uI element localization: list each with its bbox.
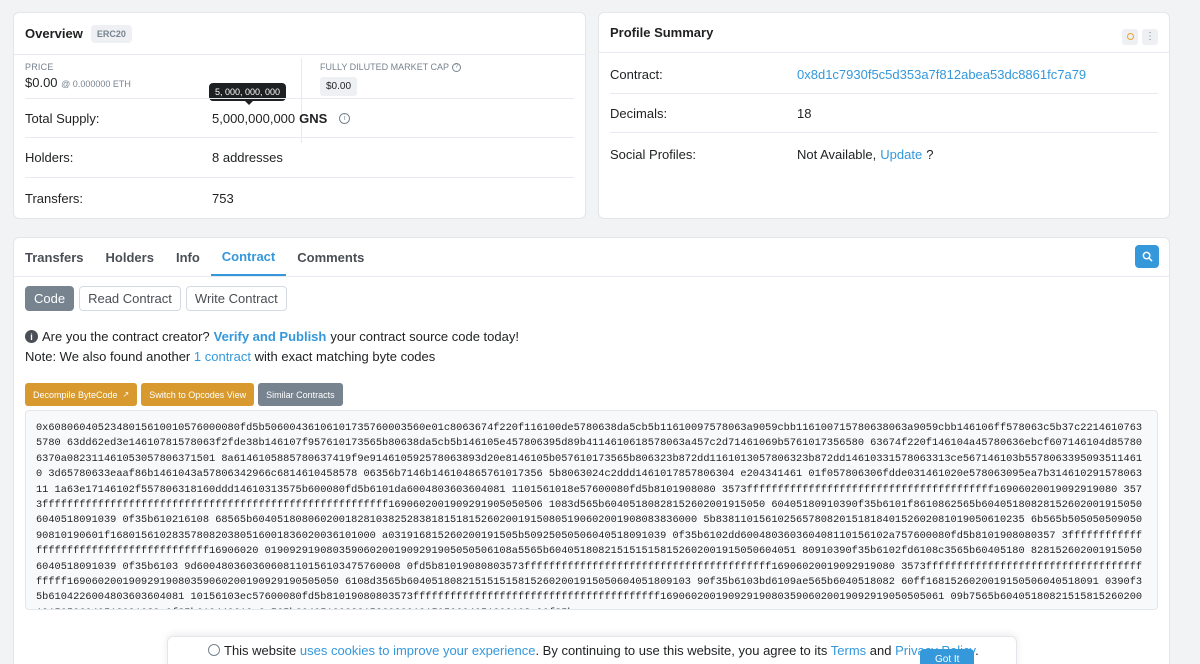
decompile-button[interactable]: Decompile ByteCode ↗: [25, 383, 138, 406]
social-suffix: ?: [926, 146, 934, 162]
cookie-text-pre: This website: [224, 642, 297, 658]
update-link[interactable]: Update: [880, 147, 922, 162]
cookie-text-mid: . By continuing to use this website, you…: [535, 642, 828, 658]
question-circle-icon[interactable]: ?: [452, 62, 462, 72]
similar-contracts-button[interactable]: Similar Contracts: [258, 383, 343, 406]
cookie-text-end: .: [975, 642, 979, 658]
decimals-row: Decimals: 18: [610, 94, 1158, 133]
social-row: Social Profiles: Not Available, Update ?: [610, 133, 1158, 175]
market-cap-label: FULLY DILUTED MARKET CAP: [320, 62, 450, 72]
decimals-value: 18: [797, 105, 812, 121]
profile-title: Profile Summary: [610, 25, 714, 40]
opcodes-button[interactable]: Switch to Opcodes View: [141, 383, 255, 406]
bytecode-text: 0x6080604052348015610010576000080fd5b506…: [36, 422, 1143, 609]
subtab-read-contract[interactable]: Read Contract: [79, 286, 181, 311]
price-eth: @ 0.000000 ETH: [61, 79, 131, 89]
tab-contract[interactable]: Contract: [210, 238, 287, 276]
total-supply-label: Total Supply:: [25, 110, 100, 126]
cookies-link[interactable]: uses cookies to improve your experience: [300, 643, 536, 658]
cookie-icon: [208, 644, 220, 656]
holders-value: 8 addresses: [212, 150, 283, 165]
search-icon: [1142, 251, 1153, 262]
subtab-write-contract[interactable]: Write Contract: [185, 286, 287, 311]
overview-header: Overview ERC20: [14, 13, 585, 55]
profile-header: Profile Summary ⋮: [599, 13, 1169, 53]
token-standard-badge: ERC20: [90, 24, 132, 43]
tooltip-text: 5, 000, 000, 000: [215, 87, 281, 97]
note-text-post: with exact matching byte codes: [254, 349, 436, 364]
action-buttons: Decompile ByteCode ↗ Switch to Opcodes V…: [25, 383, 343, 406]
notice-text-pre: Are you the contract creator?: [42, 329, 210, 344]
contract-card: Transfers Holders Info Contract Comments…: [13, 237, 1170, 664]
holders-row: Holders: 8 addresses: [25, 138, 574, 178]
transfers-value: 753: [212, 190, 234, 206]
total-supply-value: 5,000,000,000: [212, 110, 296, 126]
got-it-button[interactable]: Got It: [920, 649, 975, 664]
tab-transfers[interactable]: Transfers: [14, 238, 95, 276]
decimals-label: Decimals:: [610, 105, 668, 121]
more-vertical-icon[interactable]: ⋮: [1142, 28, 1158, 45]
search-button[interactable]: [1135, 245, 1159, 268]
cookie-banner: This website uses cookies to improve you…: [167, 636, 1017, 664]
total-supply-symbol: GNS: [299, 110, 328, 126]
external-link-icon: ↗: [122, 390, 130, 399]
notice-text-post: your contract source code today!: [330, 329, 519, 344]
tab-comments[interactable]: Comments: [286, 238, 375, 276]
market-cap-value: $0.00: [320, 77, 358, 96]
price-value: $0.00: [25, 75, 58, 90]
terms-link[interactable]: Terms: [831, 643, 866, 658]
profile-summary-card: Profile Summary ⋮ Contract: 0x8d1c7930f5…: [598, 12, 1170, 219]
holders-label: Holders:: [25, 150, 74, 165]
contract-label: Contract:: [610, 66, 663, 82]
bytecode-box[interactable]: 0x6080604052348015610010576000080fd5b506…: [25, 410, 1158, 610]
decompile-label: Decompile ByteCode: [33, 389, 118, 400]
subtab-bar: Code Read Contract Write Contract: [25, 286, 287, 311]
cookie-text-and: and: [869, 642, 892, 658]
social-label: Social Profiles:: [610, 146, 696, 162]
transfers-row: Transfers: 753: [25, 178, 574, 218]
tab-bar: Transfers Holders Info Contract Comments: [14, 238, 1169, 277]
social-value: Not Available,: [797, 146, 877, 162]
contract-address-link[interactable]: 0x8d1c7930f5c5d353a7f812abea53dc8861fc7a…: [797, 67, 1086, 82]
info-circle-icon[interactable]: i: [339, 112, 351, 124]
subtab-code[interactable]: Code: [25, 286, 75, 311]
notice-line2: Note: We also found another 1 contract w…: [25, 349, 435, 364]
total-supply-row: Total Supply: 5,000,000,000 GNS i: [25, 99, 574, 138]
overview-title: Overview: [25, 26, 83, 41]
contract-row: Contract: 0x8d1c7930f5c5d353a7f812abea53…: [610, 55, 1158, 94]
info-icon: i: [25, 330, 38, 343]
matching-contract-link[interactable]: 1 contract: [194, 349, 251, 364]
note-text-pre: Note: We also found another: [25, 349, 191, 364]
overview-card: Overview ERC20 PRICE $0.00 @ 0.000000 ET…: [13, 12, 586, 219]
price-block: PRICE $0.00 @ 0.000000 ETH: [25, 62, 131, 90]
transfers-label: Transfers:: [25, 190, 84, 206]
price-label: PRICE: [25, 62, 54, 72]
market-cap-block: FULLY DILUTED MARKET CAP ? $0.00: [320, 62, 462, 96]
circle-icon[interactable]: [1122, 28, 1138, 45]
tab-info[interactable]: Info: [165, 238, 211, 276]
verify-publish-link[interactable]: Verify and Publish: [214, 329, 327, 344]
tab-holders[interactable]: Holders: [95, 238, 165, 276]
notice-line1: i Are you the contract creator? Verify a…: [25, 329, 519, 344]
